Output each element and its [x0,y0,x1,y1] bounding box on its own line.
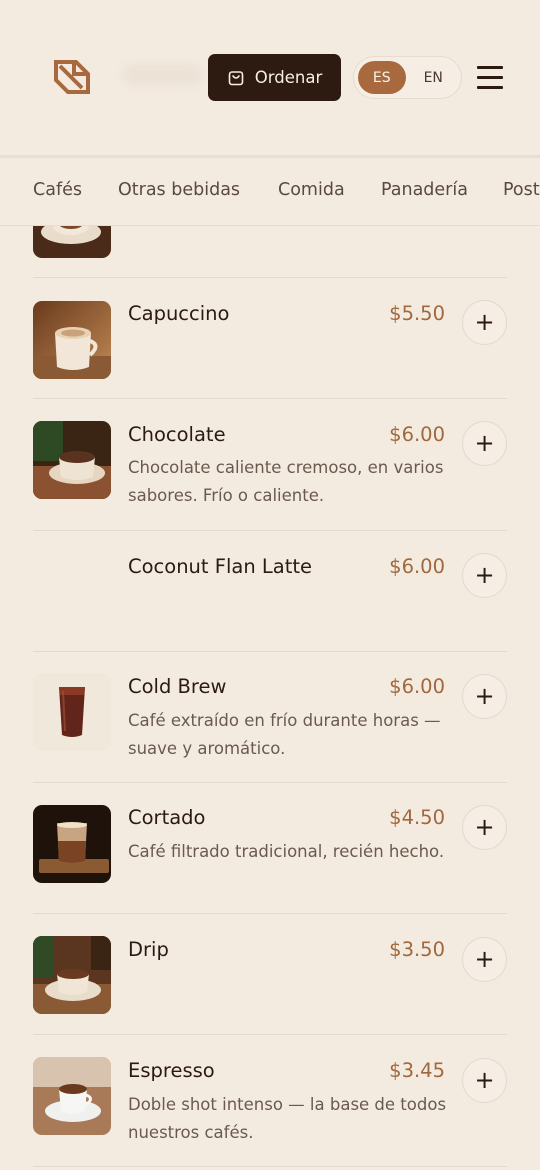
drip-thumbnail [33,936,111,1014]
tab-comida[interactable]: Comida [278,180,345,200]
plus-icon: + [474,812,495,841]
plus-icon: + [474,428,495,457]
divider [33,277,507,278]
add-to-order-button[interactable]: + [462,1058,507,1103]
item-price: $6.00 [389,675,445,698]
item-price: $5.50 [389,302,445,325]
item-description: Café filtrado tradicional, recién hecho. [128,842,445,861]
item-description: Café extraído en frío durante horas — su… [128,711,441,758]
lang-option-es[interactable]: ES [358,61,406,94]
item-name: Cortado [128,806,206,829]
item-name: Coconut Flan Latte [128,555,313,578]
plus-icon: + [474,307,495,336]
item-price: $3.50 [389,938,445,961]
tab-postres[interactable]: Post [503,180,540,200]
plus-icon: + [474,944,495,973]
item-name: Cold Brew [128,675,227,698]
item-description: Doble shot intenso — la base de todos nu… [128,1095,447,1142]
list-item-cortado: Cortado $4.50 Café filtrado tradicional,… [33,804,507,914]
item-name: Capuccino [128,302,230,325]
divider [33,913,507,914]
divider [33,782,507,783]
tab-panaderia[interactable]: Panadería [381,180,468,200]
list-item-capuccino: Capuccino $5.50 + [33,300,507,398]
chocolate-thumbnail [33,421,111,499]
divider [33,530,507,531]
add-to-order-button[interactable]: + [462,300,507,345]
plus-icon: + [474,1065,495,1094]
cold-brew-thumbnail [33,673,111,751]
divider [33,651,507,652]
language-toggle: ES EN [353,56,462,99]
divider [33,1034,507,1035]
list-item-chocolate: Chocolate $6.00 Chocolate caliente cremo… [33,420,507,530]
espresso-thumbnail [33,1057,111,1135]
brand-logo-icon[interactable] [54,60,90,94]
item-price: $4.50 [389,806,445,829]
blurred-header-element [122,64,202,86]
add-to-order-button[interactable]: + [462,805,507,850]
shopping-bag-icon [228,70,244,85]
add-to-order-button[interactable]: + [462,937,507,982]
list-item-espresso: Espresso $3.45 Doble shot intenso — la b… [33,1057,507,1167]
plus-icon: + [474,681,495,710]
plus-icon: + [474,560,495,589]
menu-icon[interactable] [477,66,503,89]
category-nav: Cafés Otras bebidas Comida Panadería Pos… [0,158,540,226]
list-item-coconut-flan-latte: Coconut Flan Latte $6.00 + [33,552,507,650]
capuccino-thumbnail [33,301,111,379]
item-name: Chocolate [128,423,226,446]
item-description: Chocolate caliente cremoso, en varios sa… [128,458,444,505]
item-price: $6.00 [389,555,445,578]
order-button-label: Ordenar [254,68,323,87]
lang-option-en[interactable]: EN [410,61,458,94]
add-to-order-button[interactable]: + [462,674,507,719]
add-to-order-button[interactable]: + [462,421,507,466]
site-header: Ordenar ES EN [0,0,540,157]
divider [33,1166,507,1167]
list-item-drip: Drip $3.50 + [33,936,507,1034]
add-to-order-button[interactable]: + [462,553,507,598]
item-price: $3.45 [389,1059,445,1082]
order-button[interactable]: Ordenar [208,54,341,101]
tab-cafes[interactable]: Cafés [33,180,82,200]
item-price: $6.00 [389,423,445,446]
item-name: Drip [128,938,169,961]
tab-otras-bebidas[interactable]: Otras bebidas [118,180,240,200]
divider [33,398,507,399]
item-name: Espresso [128,1059,215,1082]
cortado-thumbnail [33,805,111,883]
list-item-cold-brew: Cold Brew $6.00 Café extraído en frío du… [33,673,507,783]
